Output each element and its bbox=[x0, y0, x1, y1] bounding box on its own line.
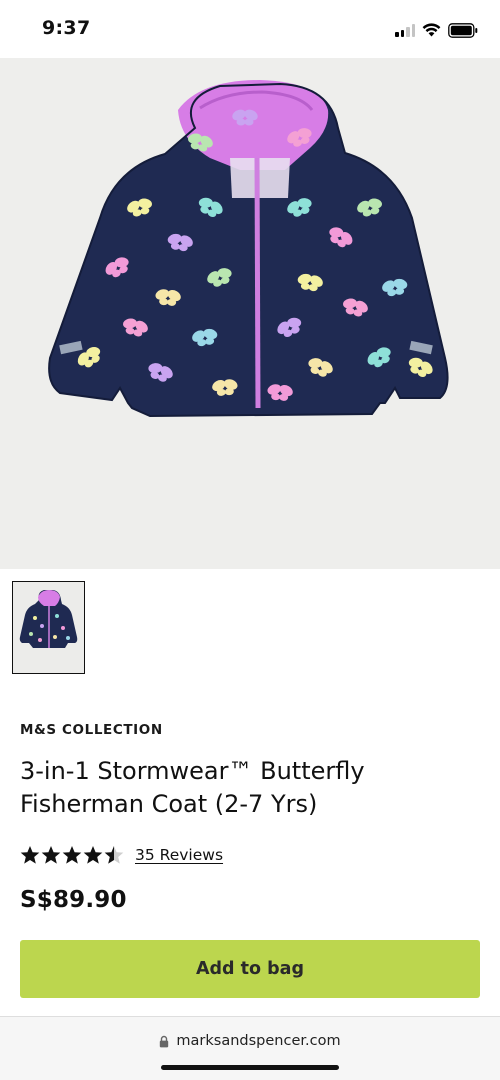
lock-icon bbox=[160, 1035, 169, 1047]
home-indicator[interactable] bbox=[161, 1065, 339, 1070]
url-display[interactable]: marksandspencer.com bbox=[0, 1033, 500, 1049]
star-icon bbox=[83, 846, 103, 864]
star-icon bbox=[41, 846, 61, 864]
status-icons bbox=[395, 20, 478, 40]
battery-icon bbox=[448, 22, 478, 38]
reviews-link[interactable]: 35 Reviews bbox=[135, 846, 223, 864]
coat-thumbnail-image bbox=[19, 590, 78, 648]
browser-url-bar[interactable]: marksandspencer.com bbox=[0, 1016, 500, 1080]
wifi-icon bbox=[422, 23, 441, 37]
product-price: S$89.90 bbox=[20, 887, 127, 913]
half-star-icon bbox=[104, 846, 124, 864]
product-title: 3-in-1 Stormwear™ Butterfly Fisherman Co… bbox=[20, 757, 365, 818]
url-text: marksandspencer.com bbox=[176, 1033, 341, 1049]
product-thumbnail[interactable] bbox=[12, 581, 85, 674]
star-rating bbox=[20, 845, 125, 865]
product-hero-image[interactable] bbox=[0, 58, 500, 569]
signal-icon bbox=[395, 23, 415, 37]
star-icon bbox=[62, 846, 82, 864]
rating-row: 35 Reviews bbox=[20, 843, 223, 867]
brand-label: M&S COLLECTION bbox=[20, 722, 163, 738]
star-icon bbox=[20, 846, 40, 864]
status-bar: 9:37 bbox=[0, 0, 500, 58]
status-time: 9:37 bbox=[42, 17, 91, 39]
add-to-bag-button[interactable]: Add to bag bbox=[20, 940, 480, 998]
coat-image bbox=[48, 80, 449, 418]
